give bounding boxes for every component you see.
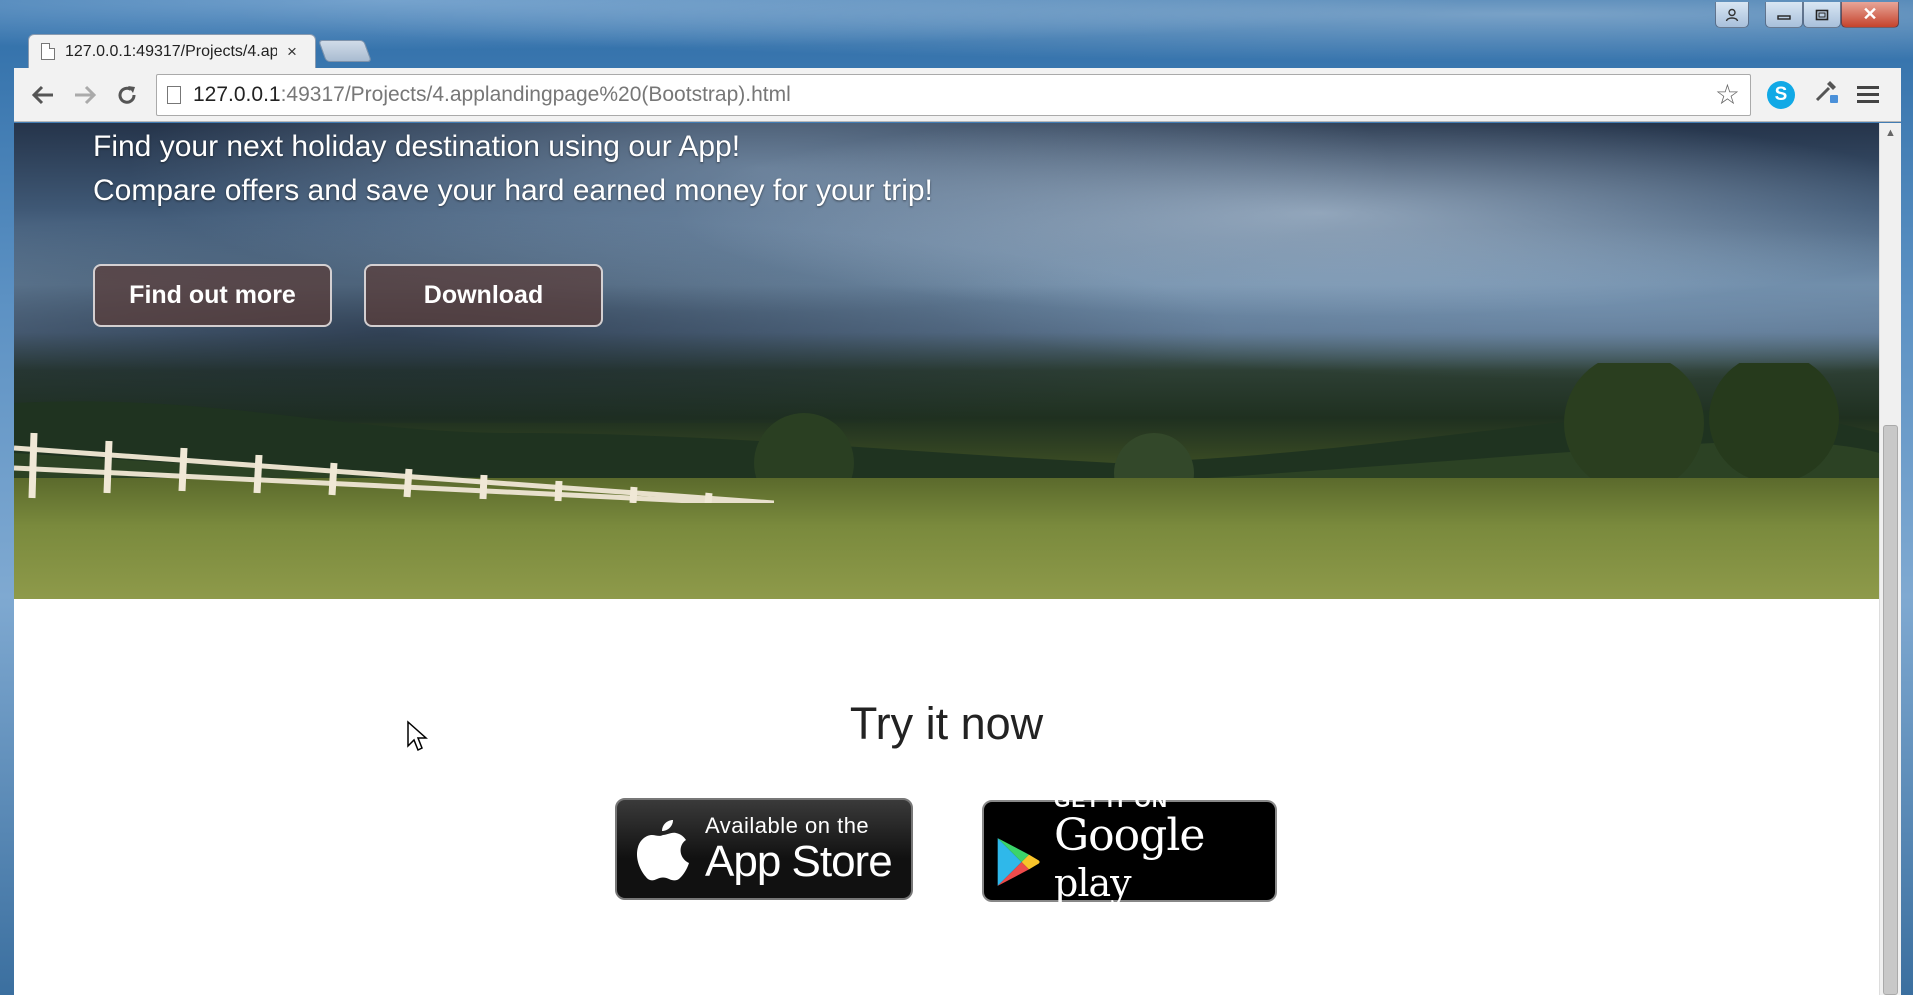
find-out-more-button[interactable]: Find out more: [93, 264, 332, 327]
page-favicon-icon: [41, 43, 55, 60]
google-word: Google: [1054, 809, 1205, 861]
close-icon: ✕: [1862, 4, 1878, 24]
scrollbar-thumb[interactable]: [1883, 425, 1898, 995]
google-play-icon: [997, 838, 1040, 886]
minimize-button[interactable]: [1765, 2, 1803, 28]
close-window-button[interactable]: ✕: [1841, 2, 1899, 28]
url-host: 127.0.0.1: [193, 82, 281, 106]
user-profile-icon[interactable]: [1715, 2, 1749, 28]
tab-strip: 127.0.0.1:49317/Projects/4.applandingpag…: [28, 34, 373, 68]
minimize-icon: [1777, 14, 1791, 20]
tab-title: 127.0.0.1:49317/Projects/4.applandingpag…: [65, 42, 277, 60]
hero-buttons: Find out more Download: [93, 264, 603, 327]
hero-text: Find your next holiday destination using…: [93, 123, 933, 213]
address-bar[interactable]: 127.0.0.1 :49317/Projects/4.applandingpa…: [156, 73, 1751, 116]
scroll-up-arrow-icon[interactable]: ▲: [1885, 127, 1896, 139]
reload-button[interactable]: [106, 74, 148, 116]
browser-menu-icon[interactable]: [1857, 86, 1879, 103]
forward-button[interactable]: [64, 74, 106, 116]
forward-arrow-icon: [75, 85, 97, 104]
app-store-big-text: App Store: [705, 837, 893, 886]
hero-tagline-1: Find your next holiday destination using…: [93, 130, 741, 163]
app-store-badge[interactable]: Available on the App Store: [615, 798, 913, 900]
window-controls: ✕: [1715, 2, 1899, 32]
try-it-now-heading: Try it now: [849, 698, 1044, 749]
eyedropper-icon: [1815, 81, 1838, 103]
page-icon: [167, 85, 181, 104]
user-icon: [1725, 8, 1739, 21]
page-viewport: Find your next holiday destination using…: [14, 123, 1879, 995]
app-store-small-text: Available on the: [705, 813, 870, 838]
hero-fence: [14, 432, 774, 503]
maximize-button[interactable]: [1803, 2, 1841, 28]
bookmark-star-icon[interactable]: ☆: [1715, 78, 1740, 111]
play-word: play: [1054, 860, 1132, 905]
reload-icon: [118, 85, 136, 104]
mouse-pointer-icon: [407, 720, 428, 752]
download-button[interactable]: Download: [364, 264, 603, 327]
restore-icon: [1815, 9, 1829, 20]
google-play-big-text: Google play: [1054, 809, 1275, 906]
google-play-badge[interactable]: GET IT ON Google play: [982, 789, 1277, 905]
tab-close-icon[interactable]: ×: [287, 42, 297, 62]
url-path: :49317/Projects/4.applandingpage%20(Boot…: [280, 82, 791, 106]
app-store-text: Available on the App Store: [705, 813, 893, 886]
skype-extension-icon[interactable]: S: [1767, 80, 1795, 109]
hero-tagline-2: Compare offers and save your hard earned…: [93, 174, 933, 207]
extension-icon[interactable]: [1813, 78, 1839, 111]
browser-toolbar: 127.0.0.1 :49317/Projects/4.applandingpa…: [14, 68, 1901, 122]
vertical-scrollbar[interactable]: ▲: [1879, 123, 1901, 995]
apple-icon: [636, 820, 689, 881]
hero-section: Find your next holiday destination using…: [14, 123, 1879, 599]
back-arrow-icon: [31, 85, 53, 104]
google-play-text: GET IT ON Google play: [1054, 789, 1275, 906]
back-button[interactable]: [22, 74, 64, 116]
new-tab-button[interactable]: [317, 40, 373, 62]
tab-active[interactable]: 127.0.0.1:49317/Projects/4.applandingpag…: [28, 34, 316, 68]
